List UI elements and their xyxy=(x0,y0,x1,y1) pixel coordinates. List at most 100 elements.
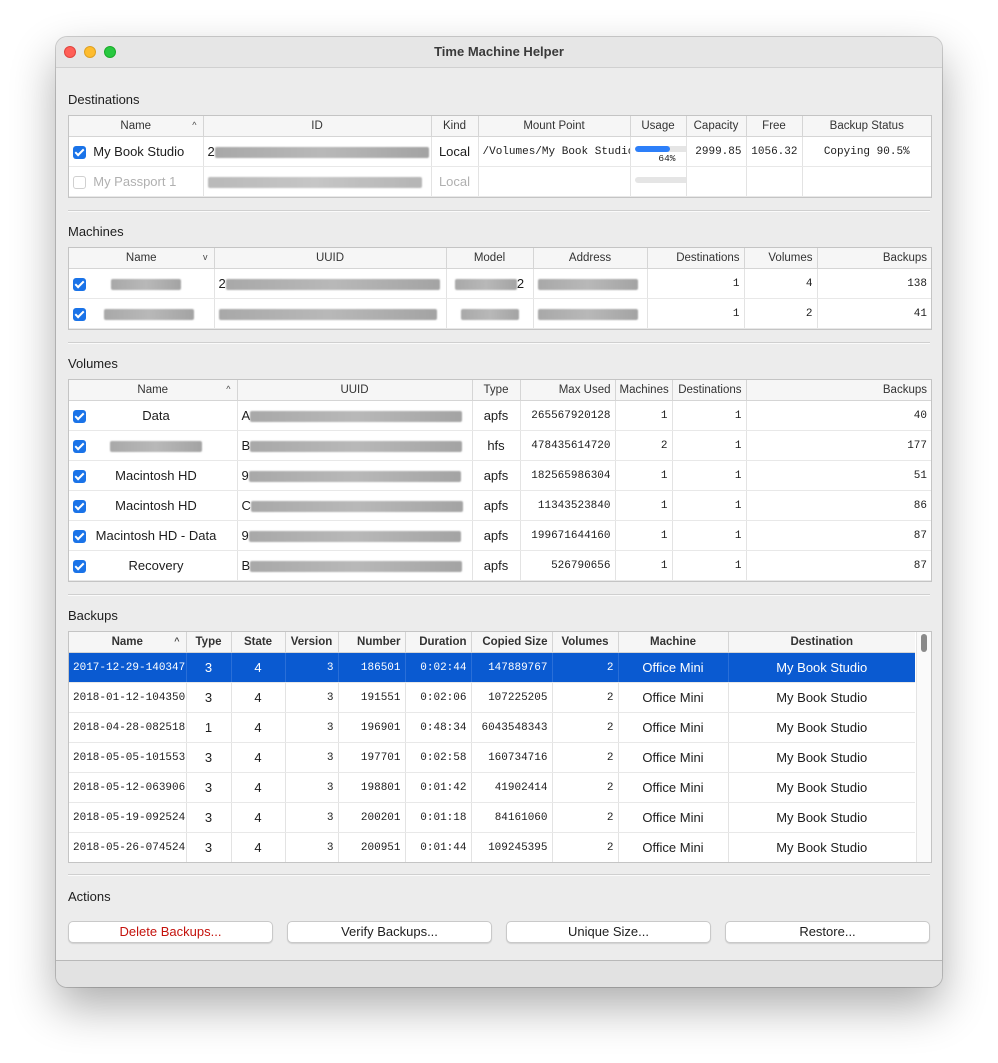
volumes-header-row: Name ^ UUID Type Max Used Machines Destin… xyxy=(69,380,931,401)
redacted-volume-name xyxy=(110,441,202,453)
volume-checkbox[interactable] xyxy=(73,410,86,424)
column-header-volumes[interactable]: Volumes xyxy=(552,632,619,653)
backup-machine: Office Mini xyxy=(618,742,729,773)
volume-row[interactable]: Macintosh HD C apfs 11343523840 1 1 86 xyxy=(69,490,931,521)
restore-button[interactable]: Restore... xyxy=(725,921,930,943)
delete-backups-button[interactable]: Delete Backups... xyxy=(68,921,273,943)
column-header-name[interactable]: Name ^ xyxy=(69,380,238,401)
column-header-backup-status[interactable]: Backup Status xyxy=(802,116,931,137)
backup-copied-size: 147889767 xyxy=(471,652,553,683)
window-content: Destinations Name ^ ID Kind Mount Point U… xyxy=(56,68,942,961)
column-header-id[interactable]: ID xyxy=(203,116,432,137)
volume-uuid-prefix: A xyxy=(241,408,251,423)
column-header-type[interactable]: Type xyxy=(186,632,232,653)
column-header-free[interactable]: Free xyxy=(746,116,803,137)
column-header-name[interactable]: Name v xyxy=(69,248,215,269)
machine-row[interactable]: 2 2 1 4 138 xyxy=(69,268,931,299)
column-header-destination[interactable]: Destination xyxy=(728,632,915,653)
column-header-copied-size[interactable]: Copied Size xyxy=(471,632,553,653)
machine-row[interactable]: 1 2 41 xyxy=(69,298,931,329)
volume-machines: 1 xyxy=(615,460,673,491)
column-header-kind[interactable]: Kind xyxy=(431,116,479,137)
volume-row[interactable]: Macintosh HD 9 apfs 182565986304 1 1 51 xyxy=(69,460,931,491)
destination-mount-point xyxy=(478,166,631,197)
machine-backups: 41 xyxy=(817,298,931,329)
volume-row[interactable]: Recovery B apfs 526790656 1 1 87 xyxy=(69,550,931,581)
backup-row[interactable]: 2018-05-26-074524 3 4 3 200951 0:01:44 1… xyxy=(69,832,915,862)
column-header-version[interactable]: Version xyxy=(285,632,339,653)
backup-row[interactable]: 2018-05-05-101553 3 4 3 197701 0:02:58 1… xyxy=(69,742,915,773)
volume-machines: 2 xyxy=(615,430,673,461)
destination-usage: 64% xyxy=(630,136,687,167)
volume-row[interactable]: Data A apfs 265567920128 1 1 40 xyxy=(69,400,931,431)
separator xyxy=(68,594,930,596)
column-header-uuid[interactable]: UUID xyxy=(237,380,473,401)
volume-backups: 177 xyxy=(746,430,931,461)
backup-destination: My Book Studio xyxy=(728,682,915,713)
machines-section-title: Machines xyxy=(68,224,124,239)
machine-checkbox[interactable] xyxy=(73,278,86,292)
destination-row[interactable]: My Book Studio 2 Local /Volumes/My Book … xyxy=(69,136,931,167)
backup-state: 4 xyxy=(231,802,286,833)
volume-checkbox[interactable] xyxy=(73,470,86,484)
column-header-state[interactable]: State xyxy=(231,632,286,653)
column-header-mount-point[interactable]: Mount Point xyxy=(478,116,631,137)
destination-checkbox[interactable] xyxy=(73,146,86,160)
backup-row-selected[interactable]: 2017-12-29-140347 3 4 3 186501 0:02:44 1… xyxy=(69,652,915,683)
volume-checkbox[interactable] xyxy=(73,560,86,574)
redacted-address xyxy=(537,309,638,321)
destinations-section-title: Destinations xyxy=(68,92,140,107)
volume-checkbox[interactable] xyxy=(73,440,86,454)
volume-checkbox[interactable] xyxy=(73,530,86,544)
backup-version: 3 xyxy=(285,682,339,713)
column-header-machine[interactable]: Machine xyxy=(618,632,729,653)
column-header-volumes[interactable]: Volumes xyxy=(744,248,818,269)
column-header-model[interactable]: Model xyxy=(446,248,534,269)
column-header-name[interactable]: Name ^ xyxy=(69,116,204,137)
unique-size-button[interactable]: Unique Size... xyxy=(506,921,711,943)
column-header-destinations[interactable]: Destinations xyxy=(647,248,745,269)
volume-row[interactable]: Macintosh HD - Data 9 apfs 199671644160 … xyxy=(69,520,931,551)
backup-type: 3 xyxy=(186,682,232,713)
destination-row[interactable]: My Passport 1 Local xyxy=(69,166,931,197)
backup-row[interactable]: 2018-05-19-092524 3 4 3 200201 0:01:18 8… xyxy=(69,802,915,833)
scrollbar-thumb[interactable] xyxy=(921,634,927,652)
column-header-duration[interactable]: Duration xyxy=(405,632,472,653)
backup-version: 3 xyxy=(285,742,339,773)
volume-backups: 51 xyxy=(746,460,931,491)
backup-row[interactable]: 2018-04-28-082518 1 4 3 196901 0:48:34 6… xyxy=(69,712,915,743)
backups-scrollbar[interactable] xyxy=(916,632,931,862)
backup-machine: Office Mini xyxy=(618,682,729,713)
machine-checkbox[interactable] xyxy=(73,308,86,322)
separator xyxy=(68,342,930,344)
column-header-backups[interactable]: Backups xyxy=(746,380,931,401)
column-header-number[interactable]: Number xyxy=(338,632,406,653)
redacted-address xyxy=(537,279,638,291)
column-header-capacity[interactable]: Capacity xyxy=(686,116,747,137)
column-header-usage[interactable]: Usage xyxy=(630,116,687,137)
column-header-address[interactable]: Address xyxy=(533,248,648,269)
column-header-destinations[interactable]: Destinations xyxy=(672,380,747,401)
backup-copied-size: 41902414 xyxy=(471,772,553,803)
backup-destination: My Book Studio xyxy=(728,802,915,833)
volume-name: Macintosh HD - Data xyxy=(95,527,217,543)
volume-row[interactable]: B hfs 478435614720 2 1 177 xyxy=(69,430,931,461)
machines-header-row: Name v UUID Model Address Destinations Vo… xyxy=(69,248,931,269)
volume-destinations: 1 xyxy=(672,400,747,431)
backup-row[interactable]: 2018-01-12-104350 3 4 3 191551 0:02:06 1… xyxy=(69,682,915,713)
backup-row[interactable]: 2018-05-12-063906 3 4 3 198801 0:01:42 4… xyxy=(69,772,915,803)
main-window: Time Machine Helper Destinations Name ^ I… xyxy=(56,37,942,987)
backup-machine: Office Mini xyxy=(618,712,729,743)
column-header-backups[interactable]: Backups xyxy=(817,248,931,269)
column-header-type[interactable]: Type xyxy=(472,380,521,401)
column-header-max-used[interactable]: Max Used xyxy=(520,380,616,401)
volume-checkbox[interactable] xyxy=(73,500,86,514)
volume-max-used: 199671644160 xyxy=(520,520,616,551)
column-header-machines[interactable]: Machines xyxy=(615,380,673,401)
column-header-name[interactable]: Name ^ xyxy=(69,632,187,653)
verify-backups-button[interactable]: Verify Backups... xyxy=(287,921,492,943)
backup-machine: Office Mini xyxy=(618,832,729,862)
column-header-uuid[interactable]: UUID xyxy=(214,248,447,269)
backups-table[interactable]: Name ^ Type State Version Number Duration… xyxy=(68,631,932,863)
destination-checkbox[interactable] xyxy=(73,176,86,190)
